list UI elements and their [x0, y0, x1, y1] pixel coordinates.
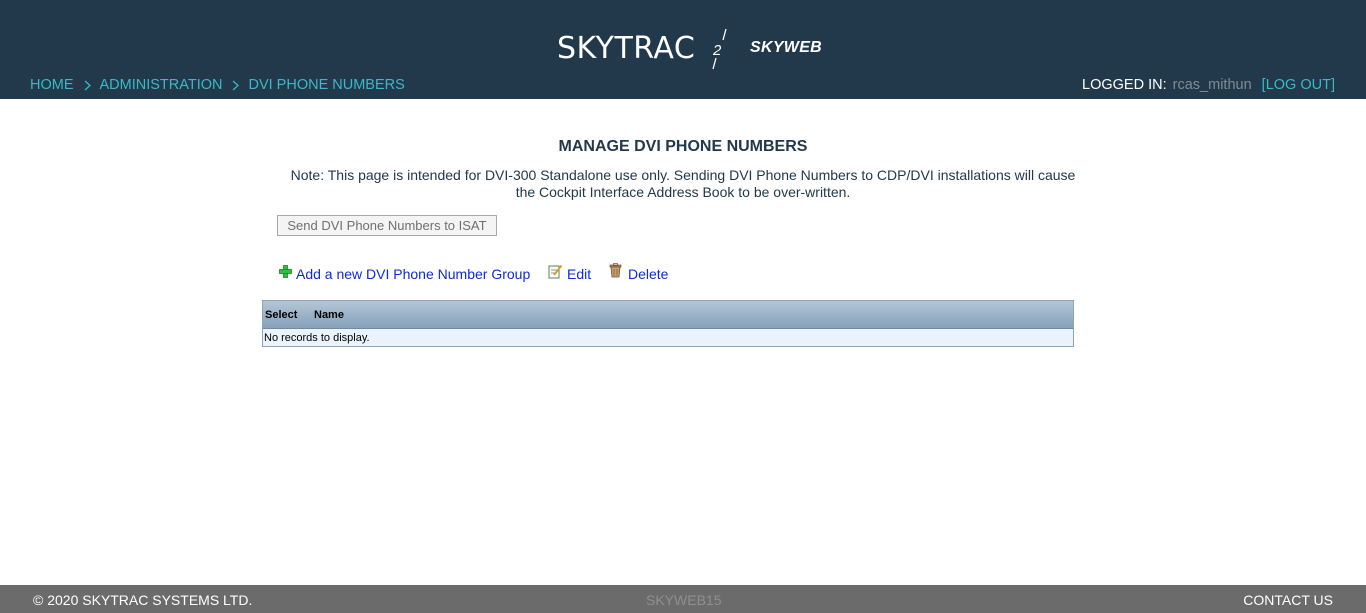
logo-mark-digit: 2 [712, 42, 722, 59]
footer: © 2020 SKYTRAC SYSTEMS LTD. SKYWEB15 CON… [0, 585, 1366, 613]
add-group-label: Add a new DVI Phone Number Group [296, 266, 531, 282]
breadcrumb-dvi-phone-numbers[interactable]: DVI PHONE NUMBERS [248, 77, 404, 93]
page-note: Note: This page is intended for DVI-300 … [283, 167, 1083, 200]
logo-mark-icon: 2 [707, 26, 735, 72]
column-header-name[interactable]: Name [314, 309, 344, 321]
breadcrumb-administration[interactable]: ADMINISTRATION [100, 77, 223, 93]
copyright: © 2020 SKYTRAC SYSTEMS LTD. [33, 592, 253, 608]
note-line-2: the Cockpit Interface Address Book to be… [515, 183, 851, 200]
note-line-1: Note: This page is intended for DVI-300 … [290, 167, 1076, 183]
login-status: LOGGED IN: rcas_mithun [LOG OUT] [1082, 77, 1335, 93]
logged-in-label: LOGGED IN: [1082, 77, 1167, 93]
trash-icon [609, 263, 622, 278]
skytrac-logo: SKYTRAC [557, 31, 696, 66]
grid-header: Select Name [263, 301, 1073, 329]
logout-link[interactable]: [LOG OUT] [1262, 77, 1335, 93]
product-name: SKYWEB [750, 39, 823, 56]
version-label: SKYWEB15 [646, 592, 722, 608]
top-header: SKYTRAC 2 SKYWEB HOME ADMINISTRATION DVI… [0, 0, 1366, 99]
chevron-right-icon [83, 77, 93, 93]
phone-number-groups-grid: Select Name No records to display. [262, 300, 1074, 347]
column-header-select[interactable]: Select [265, 309, 297, 321]
delete-label: Delete [628, 266, 669, 282]
breadcrumb-home[interactable]: HOME [30, 77, 74, 93]
contact-us-link[interactable]: CONTACT US [1243, 592, 1333, 608]
edit-label: Edit [567, 266, 592, 282]
page-title: MANAGE DVI PHONE NUMBERS [558, 138, 808, 155]
edit-icon [548, 264, 563, 279]
no-records-message: No records to display. [264, 332, 370, 344]
username: rcas_mithun [1172, 77, 1252, 93]
breadcrumb: HOME ADMINISTRATION DVI PHONE NUMBERS [30, 77, 405, 93]
grid-empty-row: No records to display. [263, 329, 1073, 346]
send-dvi-phone-numbers-button[interactable]: Send DVI Phone Numbers to ISAT [277, 215, 497, 236]
plus-icon [279, 265, 292, 278]
chevron-right-icon [231, 77, 241, 93]
